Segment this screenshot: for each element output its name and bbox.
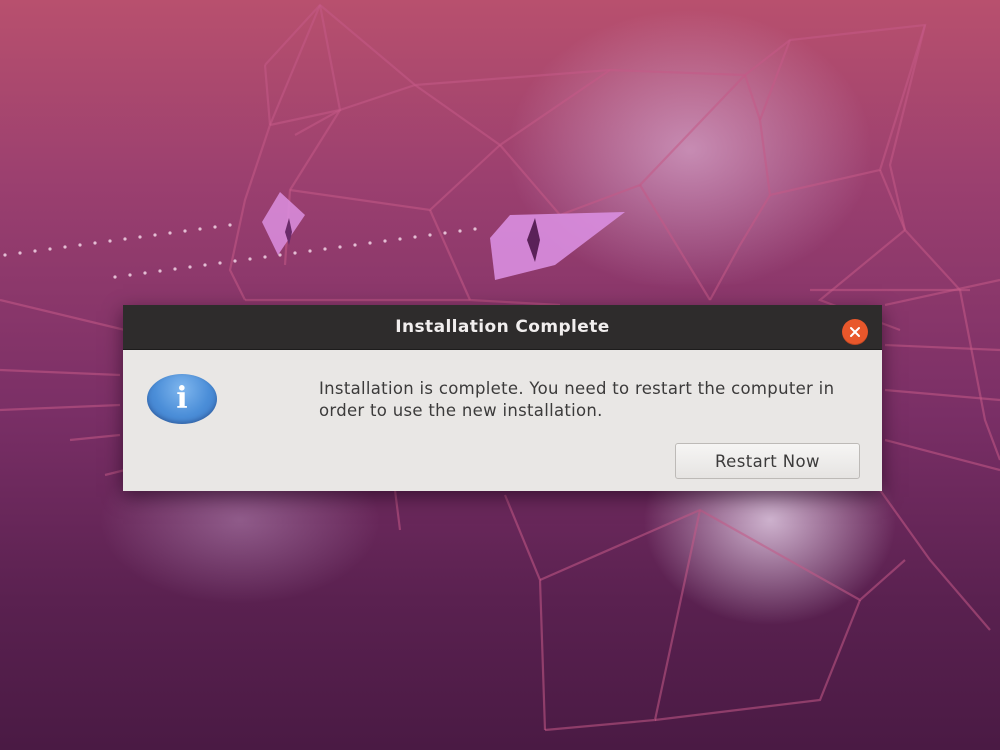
- dialog-titlebar[interactable]: Installation Complete: [123, 305, 882, 350]
- info-glyph: i: [176, 381, 188, 416]
- info-icon: i: [147, 374, 217, 424]
- dialog-title: Installation Complete: [395, 317, 610, 337]
- dialog-message: Installation is complete. You need to re…: [319, 379, 835, 420]
- close-button[interactable]: [842, 319, 868, 345]
- installation-complete-dialog: Installation Complete i Installation is …: [123, 305, 882, 491]
- dialog-body: i Installation is complete. You need to …: [123, 350, 882, 491]
- restart-now-button[interactable]: Restart Now: [675, 443, 860, 479]
- close-icon: [850, 327, 860, 337]
